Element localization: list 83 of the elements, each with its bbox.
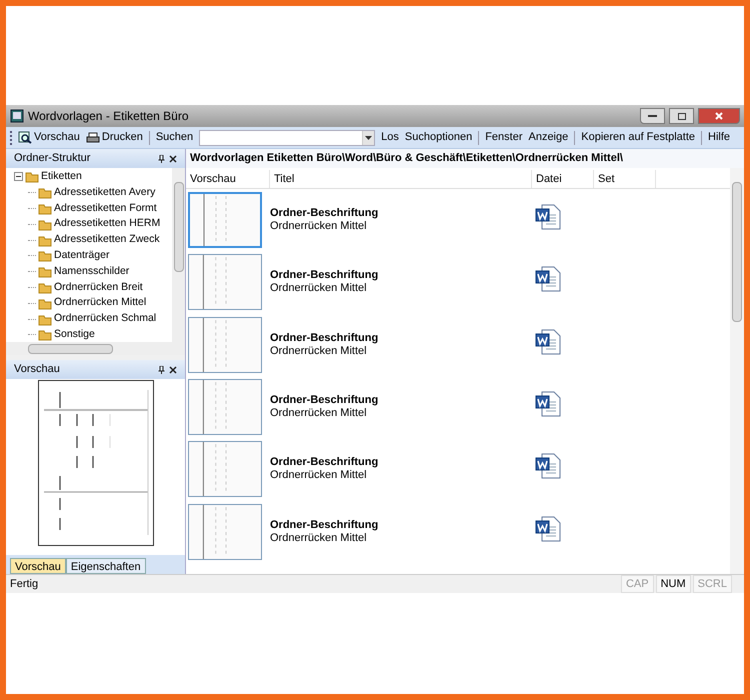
- tree-item[interactable]: Adressetiketten Zweck: [54, 232, 160, 248]
- column-header[interactable]: Titel: [270, 170, 532, 188]
- folder-icon: [25, 170, 39, 184]
- toolbar-button[interactable]: Anzeige: [528, 129, 568, 146]
- column-header[interactable]: Vorschau: [186, 170, 270, 188]
- template-subtitle: Ordnerrücken Mittel: [270, 220, 368, 234]
- tree-item[interactable]: Sonstige: [54, 326, 95, 342]
- folder-icon: [38, 202, 52, 215]
- folder-icon: [38, 312, 52, 326]
- folder-icon: [38, 280, 52, 294]
- template-title: Ordner-Beschriftung: [270, 332, 380, 345]
- status-indicator: NUM: [656, 574, 691, 594]
- template-thumbnail[interactable]: [188, 504, 262, 560]
- tab[interactable]: Eigenschaften: [66, 558, 146, 574]
- vertical-scrollbar[interactable]: [730, 168, 744, 574]
- toolbar-button[interactable]: Los: [381, 129, 399, 146]
- tree-item[interactable]: Etiketten: [41, 169, 82, 185]
- folder-icon: [38, 186, 52, 200]
- app-icon: [10, 109, 24, 123]
- close-icon[interactable]: [169, 154, 177, 162]
- folder-icon: [38, 218, 52, 231]
- document-icon[interactable]: [534, 328, 562, 356]
- tree-item[interactable]: Adressetiketten Avery: [54, 184, 156, 201]
- document-icon[interactable]: [534, 203, 562, 232]
- tree-item[interactable]: Adressetiketten Formt: [54, 200, 157, 216]
- print-button[interactable]: Drucken: [86, 129, 143, 146]
- tab[interactable]: Vorschau: [10, 558, 66, 574]
- folder-icon: [38, 249, 52, 262]
- template-title: Ordner-Beschriftung: [270, 518, 380, 532]
- toolbar-button[interactable]: Suchoptionen: [404, 129, 472, 146]
- tree-item[interactable]: Ordnerrücken Breit: [54, 280, 143, 296]
- template-thumbnail[interactable]: [188, 254, 262, 310]
- folder-path: Wordvorlagen Etiketten Büro\Word\Büro & Geschäft\Etiketten\Ordnerrücken Mittel\: [186, 149, 744, 168]
- toolbar-button[interactable]: Hilfe: [708, 129, 730, 146]
- pin-icon[interactable]: [158, 154, 165, 162]
- template-thumbnail[interactable]: [188, 192, 262, 248]
- close-icon: [715, 112, 723, 120]
- document-icon[interactable]: [534, 265, 562, 294]
- panel-title: Ordner-Struktur: [14, 151, 92, 166]
- pin-icon[interactable]: [158, 366, 165, 374]
- search-field[interactable]: [199, 130, 376, 146]
- template-title: Ordner-Beschriftung: [270, 207, 380, 220]
- template-thumbnail[interactable]: [188, 316, 262, 373]
- tree-item[interactable]: Ordnerrücken Schmal: [54, 311, 156, 327]
- column-header[interactable]: Datei: [532, 170, 594, 188]
- template-title: Ordner-Beschriftung: [270, 269, 380, 282]
- magnifier-icon: [18, 131, 32, 144]
- tree-item[interactable]: Ordnerrücken Mittel: [54, 295, 146, 312]
- template-subtitle: Ordnerrücken Mittel: [270, 407, 368, 420]
- template-subtitle: Ordnerrücken Mittel: [270, 469, 368, 482]
- status-indicator: CAP: [620, 574, 654, 594]
- column-header[interactable]: Set: [594, 170, 656, 188]
- close-button[interactable]: [698, 108, 740, 124]
- template-subtitle: Ordnerrücken Mittel: [270, 344, 368, 358]
- document-icon[interactable]: [534, 514, 562, 543]
- template-title: Ordner-Beschriftung: [270, 456, 380, 470]
- document-icon[interactable]: [534, 390, 562, 418]
- vertical-scrollbar[interactable]: [172, 168, 185, 342]
- expander-icon[interactable]: [14, 172, 23, 182]
- maximize-button[interactable]: [669, 108, 694, 124]
- folder-icon: [38, 296, 52, 310]
- toolbar-button[interactable]: Suchen: [156, 129, 194, 146]
- panel-title: Vorschau: [14, 362, 61, 378]
- template-subtitle: Ordnerrücken Mittel: [270, 532, 368, 545]
- printer-icon: [86, 132, 100, 144]
- status-indicator: SCRL: [692, 574, 732, 594]
- tree-item[interactable]: Adressetiketten HERM: [54, 216, 160, 232]
- tree-item[interactable]: Datenträger: [54, 248, 110, 264]
- toolbar-button[interactable]: Kopieren auf Festplatte: [581, 129, 695, 146]
- preview-button[interactable]: Vorschau: [18, 129, 80, 146]
- document-icon[interactable]: [534, 452, 562, 480]
- window-title: Wordvorlagen - Etiketten Büro: [28, 108, 189, 125]
- minimize-button[interactable]: [640, 108, 665, 124]
- status-text: Fertig: [10, 576, 40, 592]
- close-icon[interactable]: [169, 366, 177, 374]
- template-thumbnail[interactable]: [188, 379, 262, 436]
- template-thumbnail[interactable]: [188, 441, 262, 498]
- toolbar-button[interactable]: Fenster: [485, 129, 522, 146]
- tree-item[interactable]: Namensschilder: [54, 264, 130, 280]
- template-title: Ordner-Beschriftung: [270, 394, 380, 408]
- template-subtitle: Ordnerrücken Mittel: [270, 282, 368, 296]
- folder-icon: [38, 265, 52, 278]
- folder-icon: [38, 234, 52, 247]
